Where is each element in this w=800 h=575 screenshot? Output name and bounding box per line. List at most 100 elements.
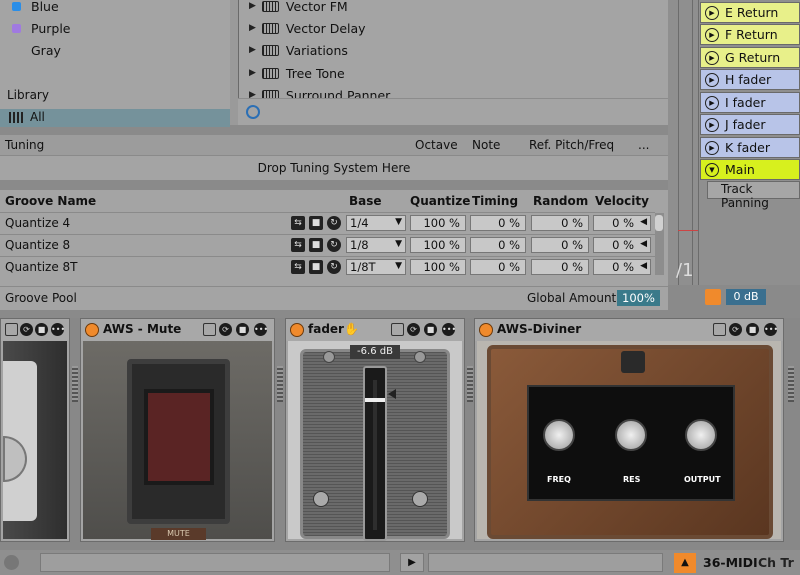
base-select[interactable]: 1/8 ▼ [346,237,406,253]
more-icon[interactable]: ••• [442,323,456,336]
play-icon[interactable]: ▶ [400,553,424,572]
commit-icon[interactable]: ↻ [327,238,341,252]
tuning-drop-zone[interactable]: Drop Tuning System Here [0,157,668,179]
groove-row[interactable]: Quantize 8T ⇆ ■ ↻ 1/8T ▼ 100 % 0 % 0 % 0 … [0,256,655,277]
browser-item-vector-delay[interactable]: ▶ Vector Delay [249,17,366,39]
play-icon[interactable]: ▶ [705,27,719,42]
hotswap-device-icon[interactable]: ⟳ [407,323,420,336]
collection-blue[interactable]: Blue [12,0,59,16]
fader-cap[interactable] [365,398,385,402]
track-e-return[interactable]: ▶ E Return [700,2,800,23]
track-main[interactable]: ▼ Main [700,159,800,180]
drag-handle[interactable] [72,366,78,402]
groove-pool: Groove Name Base Quantize Timing Random … [0,190,668,310]
collection-gray[interactable]: Gray [12,40,61,60]
chevron-down-icon[interactable]: ▼ [705,162,719,177]
save-icon[interactable]: ■ [309,260,323,274]
play-icon[interactable]: ▶ [705,140,719,155]
power-icon[interactable] [85,323,99,337]
more-menu-icon[interactable]: ... [638,138,649,152]
base-select[interactable]: 1/4 ▼ [346,215,406,231]
velocity-box[interactable]: 0 % ◀ [593,237,651,253]
track-h-fader[interactable]: ▶ H fader [700,69,800,90]
master-volume-bar: 0 dB [700,285,800,311]
random-value[interactable]: 0 % [531,237,589,253]
hotswap-device-icon[interactable]: ⟳ [219,323,232,336]
commit-icon[interactable]: ↻ [327,260,341,274]
sidebar-scrollbar[interactable] [230,0,238,125]
collection-purple[interactable]: Purple [12,18,70,38]
extract-icon[interactable]: ⇆ [291,260,305,274]
preset-icon[interactable] [5,323,18,336]
browser-item-tree-tone[interactable]: ▶ Tree Tone [249,62,345,84]
global-amount-value[interactable]: 100% [617,290,660,306]
freq-knob[interactable] [543,419,575,451]
preset-icon[interactable] [713,323,726,336]
preset-icon[interactable] [203,323,216,336]
save-icon[interactable]: ■ [309,238,323,252]
save-device-icon[interactable]: ■ [424,323,437,336]
drag-handle[interactable] [788,366,794,402]
random-value[interactable]: 0 % [531,259,589,275]
groove-row[interactable]: Quantize 4 ⇆ ■ ↻ 1/4 ▼ 100 % 0 % 0 % 0 % ◀ [0,212,655,233]
timing-value[interactable]: 0 % [470,215,526,231]
browser-item-variations[interactable]: ▶ Variations [249,39,348,61]
base-value: 1/8 [350,238,369,252]
save-icon[interactable]: ■ [309,216,323,230]
base-select[interactable]: 1/8T ▼ [346,259,406,275]
track-panning-select[interactable]: Track Panning [707,181,800,210]
track-i-fader[interactable]: ▶ I fader [700,92,800,113]
groove-row[interactable]: Quantize 8 ⇆ ■ ↻ 1/8 ▼ 100 % 0 % 0 % 0 % ◀ [0,234,655,255]
preset-icon[interactable] [391,323,404,336]
track-j-fader[interactable]: ▶ J fader [700,114,800,135]
extract-icon[interactable]: ⇆ [291,238,305,252]
play-icon[interactable]: ▶ [705,117,719,132]
commit-icon[interactable]: ↻ [327,216,341,230]
expand-arrow-icon[interactable]: ▶ [249,1,256,11]
info-icon[interactable] [4,555,19,570]
track-color-icon[interactable]: ▲ [674,553,696,573]
hotswap-icon[interactable] [246,105,260,119]
hotswap-device-icon[interactable]: ⟳ [729,323,742,336]
track-f-return[interactable]: ▶ F Return [700,24,800,45]
drag-handle[interactable] [277,366,283,402]
expand-arrow-icon[interactable]: ▶ [249,45,256,55]
more-icon[interactable]: ••• [254,323,268,336]
play-icon[interactable]: ▶ [705,5,719,20]
res-knob[interactable] [615,419,647,451]
library-item-all[interactable]: All [0,109,230,127]
save-device-icon[interactable]: ■ [35,323,48,336]
extract-icon[interactable]: ⇆ [291,216,305,230]
track-k-fader[interactable]: ▶ K fader [700,137,800,158]
drag-handle[interactable] [467,366,473,402]
more-icon[interactable]: ••• [764,323,778,336]
random-value[interactable]: 0 % [531,215,589,231]
power-icon[interactable] [479,323,493,337]
fader-track[interactable] [363,366,387,541]
play-icon[interactable]: ▶ [705,50,719,65]
browser-item-vector-fm[interactable]: ▶ Vector FM [249,0,348,17]
hand-cursor-icon: ✋ [344,322,359,336]
save-device-icon[interactable]: ■ [236,323,249,336]
more-icon[interactable]: ••• [51,323,65,336]
quantize-value[interactable]: 100 % [410,237,466,253]
meter-icon[interactable] [705,289,721,305]
power-icon[interactable] [290,323,304,337]
play-icon[interactable]: ▶ [705,95,719,110]
hotswap-device-icon[interactable]: ⟳ [20,323,33,336]
save-device-icon[interactable]: ■ [746,323,759,336]
output-knob[interactable] [685,419,717,451]
timing-value[interactable]: 0 % [470,237,526,253]
master-volume-value[interactable]: 0 dB [726,289,766,305]
quantize-value[interactable]: 100 % [410,259,466,275]
play-icon[interactable]: ▶ [705,72,719,87]
groove-scrollbar-thumb[interactable] [655,215,663,231]
timing-value[interactable]: 0 % [470,259,526,275]
quantize-value[interactable]: 100 % [410,215,466,231]
expand-arrow-icon[interactable]: ▶ [249,23,256,33]
velocity-box[interactable]: 0 % ◀ [593,259,651,275]
mute-switch[interactable] [144,389,214,485]
expand-arrow-icon[interactable]: ▶ [249,68,256,78]
track-g-return[interactable]: ▶ G Return [700,47,800,68]
velocity-box[interactable]: 0 % ◀ [593,215,651,231]
